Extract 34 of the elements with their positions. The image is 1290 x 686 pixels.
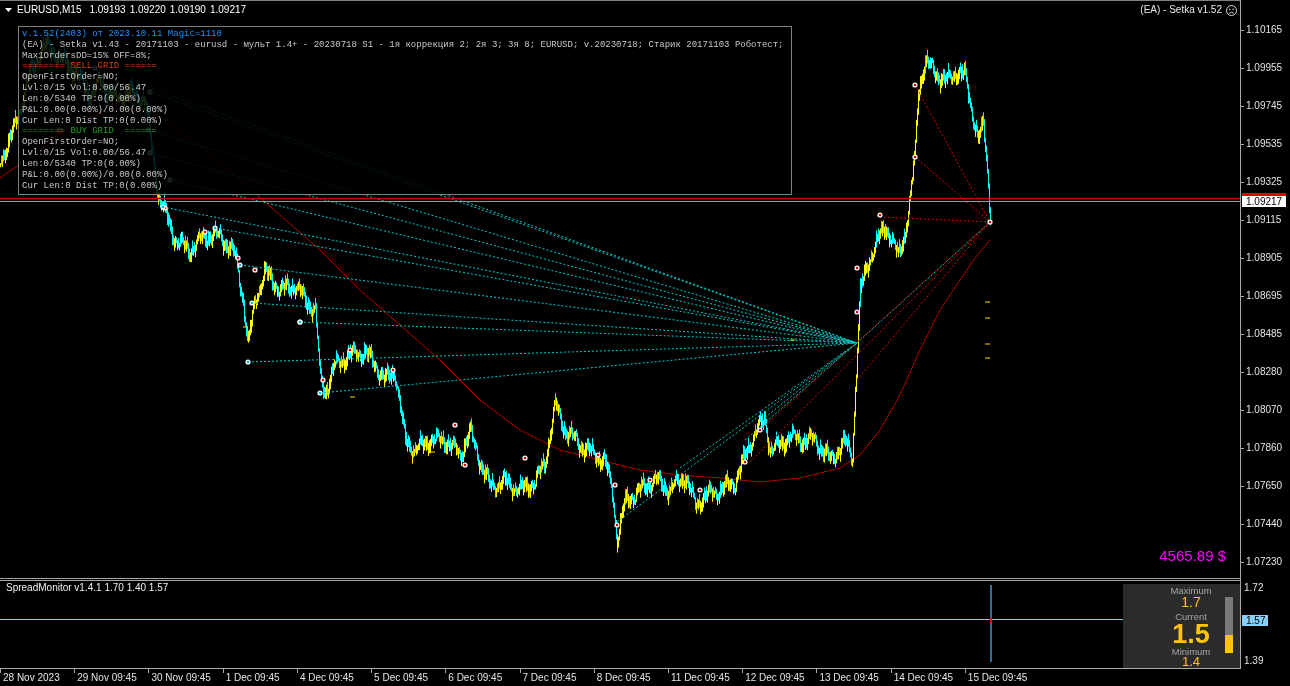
scale-label: 1.39 (1243, 655, 1264, 667)
info-line: Max1OrdersDD=15% OFF=8%; (22, 50, 152, 62)
info-line: Cur Len:0 Dist TP:0(0.00%) (22, 115, 163, 127)
balance-amount: 4565.89 $ (1159, 547, 1226, 564)
info-line: ======== BUY GRID ====== (22, 126, 158, 137)
info-line: OpenFirstOrder=NO; (22, 72, 120, 83)
minimum-value: 1.4 (1181, 657, 1201, 667)
current-label: Current (1175, 611, 1207, 622)
info-line: (EA) - Setka v1.43 - 20171103 - eurusd - мульт 1.4+ - 20230718 S1 - 1я коррекция 2; 2я 3; 3я 8; EURUSD; v.20230718; Старик 20171103 Роботест; (22, 39, 784, 51)
expert-title: (EA) - Setka v1.52 (1140, 4, 1222, 16)
maximum-value: 1.7 (1181, 596, 1201, 609)
current-spread-tag: 1.57 (1242, 615, 1269, 626)
info-line: Cur Len:0 Dist TP:0(0.00%) (22, 180, 163, 192)
caret-icon[interactable] (5, 8, 12, 12)
info-line: P&L:0.00(0.00%)/0.00(0.00%) (22, 104, 168, 116)
info-line: v.1.52(2403) от 2023.10.11 Magic=1110 (22, 29, 222, 40)
info-line: OpenFirstOrder=NO; (22, 137, 120, 148)
info-line: Lvl:0/15 Vol:0.00/56.47 (22, 148, 147, 159)
indicator-title: SpreadMonitor v1.4.1 1.70 1.40 1.57 (5, 581, 169, 594)
maximum-label: Maximum (1170, 586, 1212, 596)
info-line: Lvl:0/15 Vol:0.00/56.47 (22, 83, 147, 94)
symbol-label: EURUSD,M15 (17, 4, 82, 16)
info-line: Len:0/5340 TP:0(0.00%) (22, 93, 141, 105)
current-value: 1.5 (1172, 622, 1210, 646)
price-quote: 1.09220 (129, 4, 166, 16)
scale-label: 1.72 (1243, 582, 1264, 594)
info-line: Len:0/5340 TP:0(0.00%) (22, 158, 141, 170)
info-line: ======== SELL GRID ====== (22, 61, 158, 72)
price-quote: 1.09190 (169, 4, 206, 16)
price-quote: 1.09217 (209, 4, 247, 16)
info-line: P&L:0.00(0.00%)/0.00(0.00%) (22, 169, 168, 181)
minimum-label: Minimum (1171, 646, 1211, 657)
current-price-tag: 1.09217 (1242, 193, 1286, 207)
price-quote: 1.09193 (89, 4, 126, 16)
